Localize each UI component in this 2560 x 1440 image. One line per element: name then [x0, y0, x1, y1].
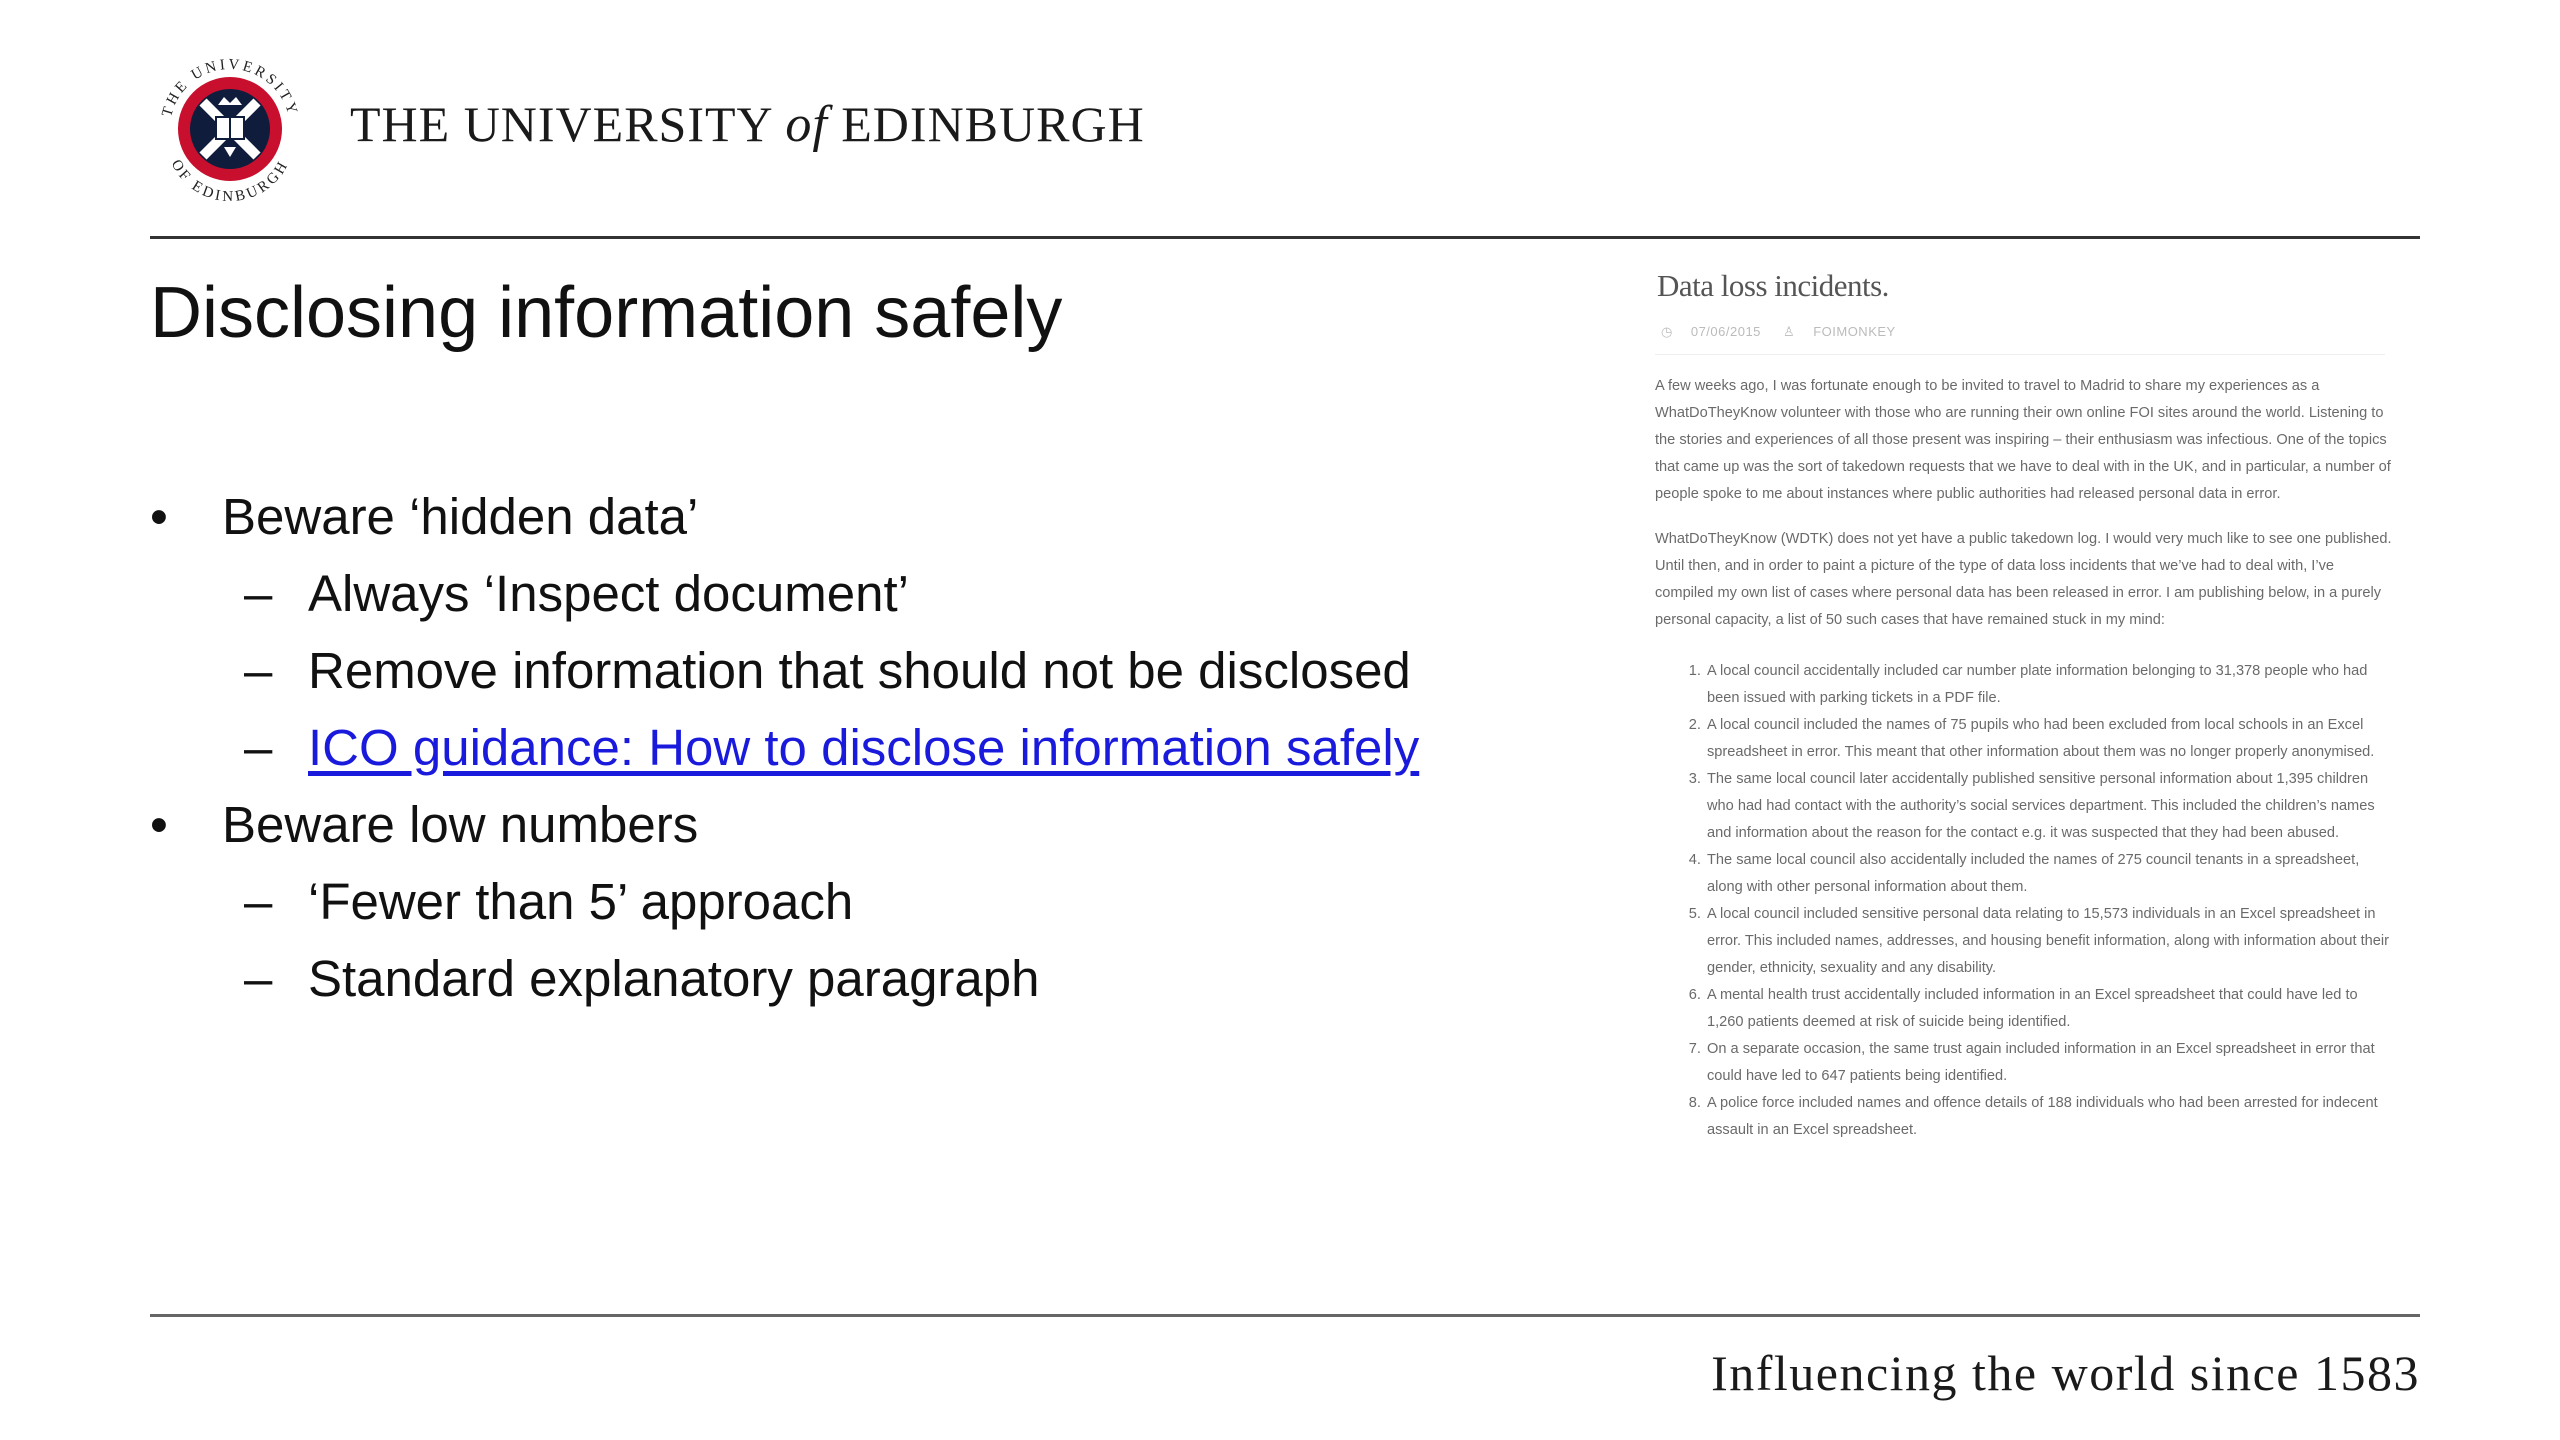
university-name-part2: EDINBURGH — [827, 96, 1145, 152]
sub-bullet-text: Always ‘Inspect document’ — [308, 565, 909, 622]
dash-marker: – — [244, 719, 273, 776]
university-header: THE UNIVERSITY OF EDINBURGH THE UNIVERSI… — [148, 45, 1348, 205]
blog-post-author: FOIMONKEY — [1813, 324, 1896, 339]
blog-post-screenshot: Data loss incidents. ◷ 07/06/2015 ♙ FOIMON… — [1655, 256, 2395, 1296]
sub-bullet-item: – Remove information that should not be d… — [150, 632, 1570, 709]
sub-bullet-text: Standard explanatory paragraph — [308, 950, 1040, 1007]
incident-item: A local council included the names of 75… — [1705, 712, 2395, 766]
ico-guidance-link[interactable]: ICO guidance: How to disclose informatio… — [308, 719, 1419, 776]
incident-item: On a separate occasion, the same trust a… — [1705, 1036, 2395, 1090]
university-name-part1: THE UNIVERSITY — [350, 96, 786, 152]
footer-divider — [150, 1314, 2420, 1317]
header-divider — [150, 236, 2420, 239]
blog-post-paragraph: WhatDoTheyKnow (WDTK) does not yet have … — [1655, 531, 2392, 628]
incident-item: The same local council later accidentall… — [1705, 766, 2395, 847]
user-icon: ♙ — [1783, 324, 1796, 339]
dash-marker: – — [244, 565, 273, 622]
blog-post-paragraph: A few weeks ago, I was fortunate enough … — [1655, 378, 2391, 502]
bullet-item: • Beware ‘hidden data’ — [150, 478, 1570, 555]
dash-marker: – — [244, 950, 273, 1007]
sub-bullet-item: – Always ‘Inspect document’ — [150, 555, 1570, 632]
blog-post-meta: ◷ 07/06/2015 ♙ FOIMONKEY — [1661, 324, 2395, 340]
blog-post-divider — [1655, 354, 2385, 355]
incident-item: A local council included sensitive perso… — [1705, 901, 2395, 982]
sub-bullet-item: – Standard explanatory paragraph — [150, 940, 1570, 1017]
footer-tagline: Influencing the world since 1583 — [1711, 1345, 2420, 1401]
bullet-marker: • — [150, 488, 168, 545]
bullet-text: Beware low numbers — [222, 796, 699, 853]
blog-post-date: 07/06/2015 — [1690, 324, 1761, 339]
university-name-of: of — [785, 96, 828, 153]
dash-marker: – — [244, 642, 273, 699]
university-name: THE UNIVERSITY of EDINBURGH — [350, 95, 1145, 154]
incident-item: The same local council also accidentally… — [1705, 847, 2395, 901]
university-crest-logo: THE UNIVERSITY OF EDINBURGH — [159, 57, 297, 205]
bullet-list: • Beware ‘hidden data’ – Always ‘Inspect d… — [150, 478, 1570, 1017]
incident-item: A mental health trust accidentally inclu… — [1705, 982, 2395, 1036]
sub-bullet-item: – ICO guidance: How to disclose informati… — [150, 709, 1570, 786]
sub-bullet-text: ‘Fewer than 5’ approach — [308, 873, 854, 930]
bullet-text: Beware ‘hidden data’ — [222, 488, 699, 545]
sub-bullet-text: Remove information that should not be di… — [308, 642, 1411, 699]
slide-title: Disclosing information safely — [150, 273, 1063, 353]
bullet-item: • Beware low numbers — [150, 786, 1570, 863]
bullet-marker: • — [150, 796, 168, 853]
incident-item: A police force included names and offenc… — [1705, 1090, 2395, 1144]
sub-bullet-item: – ‘Fewer than 5’ approach — [150, 863, 1570, 940]
clock-icon: ◷ — [1661, 324, 1673, 339]
dash-marker: – — [244, 873, 273, 930]
incident-item: A local council accidentally included ca… — [1705, 658, 2395, 712]
blog-post-title: Data loss incidents. — [1657, 268, 1889, 303]
incident-list: A local council accidentally included ca… — [1655, 658, 2395, 1144]
